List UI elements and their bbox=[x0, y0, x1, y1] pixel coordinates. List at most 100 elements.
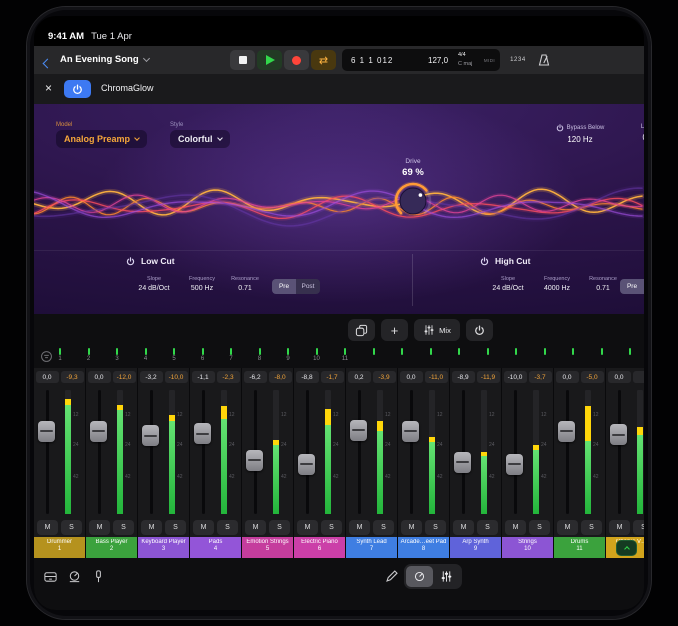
track-name-tab[interactable]: Arcade…eet Pad8 bbox=[398, 537, 449, 558]
fader-handle[interactable] bbox=[610, 424, 627, 445]
level-meter bbox=[65, 405, 71, 514]
scale-label: 42 bbox=[125, 474, 131, 480]
track-number: 6 bbox=[294, 546, 345, 553]
mute-button[interactable]: M bbox=[245, 520, 266, 535]
fader-track bbox=[98, 390, 101, 514]
fader-handle[interactable] bbox=[90, 421, 107, 442]
fader-handle[interactable] bbox=[246, 450, 263, 471]
count-in-button[interactable]: 1234 bbox=[506, 50, 530, 70]
scale-label: 24 bbox=[73, 442, 79, 448]
mute-button[interactable]: M bbox=[453, 520, 474, 535]
fader-handle[interactable] bbox=[506, 454, 523, 475]
solo-button[interactable]: S bbox=[425, 520, 446, 535]
bypass-below-control[interactable]: Bypass Below 120 Hz bbox=[542, 124, 618, 144]
low-cut-frequency[interactable]: Frequency 500 Hz bbox=[180, 276, 224, 292]
track-name: Arp Synth bbox=[450, 539, 501, 546]
low-cut-slope[interactable]: Slope 24 dB/Oct bbox=[130, 276, 178, 292]
low-cut-resonance[interactable]: Resonance 0.71 bbox=[226, 276, 264, 292]
cable-button[interactable] bbox=[88, 566, 108, 586]
fader-handle[interactable] bbox=[142, 425, 159, 446]
mute-button[interactable]: M bbox=[557, 520, 578, 535]
fader-handle[interactable] bbox=[38, 421, 55, 442]
expand-mixer-button[interactable] bbox=[616, 540, 637, 556]
ruler-tick: 8 bbox=[250, 348, 270, 362]
mute-button[interactable]: M bbox=[297, 520, 318, 535]
mute-button[interactable]: M bbox=[141, 520, 162, 535]
solo-button[interactable]: S bbox=[321, 520, 342, 535]
fader-value: 0,0 bbox=[400, 371, 423, 383]
track-name-tab[interactable]: Arp Synth9 bbox=[450, 537, 501, 558]
record-button[interactable] bbox=[284, 50, 309, 70]
fader-handle[interactable] bbox=[194, 423, 211, 444]
mute-button[interactable]: M bbox=[89, 520, 110, 535]
ruler-tick: 7 bbox=[221, 348, 241, 362]
style-control[interactable]: Style Colorful bbox=[170, 122, 230, 148]
model-control[interactable]: Model Analog Preamp bbox=[56, 122, 147, 148]
mute-button[interactable]: M bbox=[37, 520, 58, 535]
fader-handle[interactable] bbox=[298, 454, 315, 475]
mixer-view-button[interactable] bbox=[433, 566, 460, 587]
track-number: 4 bbox=[190, 546, 241, 553]
low-cut-header[interactable]: Low Cut bbox=[126, 256, 175, 266]
metronome-button[interactable] bbox=[534, 50, 554, 70]
solo-button[interactable]: S bbox=[61, 520, 82, 535]
mute-button[interactable]: M bbox=[349, 520, 370, 535]
solo-button[interactable]: S bbox=[373, 520, 394, 535]
back-button[interactable] bbox=[44, 54, 51, 72]
solo-button[interactable]: S bbox=[633, 520, 644, 535]
track-name-tab[interactable]: Pads4 bbox=[190, 537, 241, 558]
solo-button[interactable]: S bbox=[477, 520, 498, 535]
post-button[interactable]: Post bbox=[296, 279, 320, 294]
track-name-tab[interactable]: Emotion Strings5 bbox=[242, 537, 293, 558]
high-cut-header[interactable]: High Cut bbox=[480, 256, 530, 266]
fader-handle[interactable] bbox=[454, 452, 471, 473]
song-title-menu[interactable]: An Evening Song bbox=[60, 54, 149, 65]
copy-button[interactable] bbox=[348, 319, 375, 341]
mute-button[interactable]: M bbox=[505, 520, 526, 535]
high-cut-slope[interactable]: Slope 24 dB/Oct bbox=[484, 276, 532, 292]
track-name-tab[interactable]: Keyboard Player3 bbox=[138, 537, 189, 558]
mixer-power-button[interactable] bbox=[466, 319, 493, 341]
high-cut-frequency[interactable]: Frequency 4000 Hz bbox=[534, 276, 580, 292]
mute-button[interactable]: M bbox=[609, 520, 630, 535]
add-track-button[interactable]: + bbox=[381, 319, 408, 341]
solo-button[interactable]: S bbox=[165, 520, 186, 535]
controls-button[interactable] bbox=[64, 566, 84, 586]
track-name-tab[interactable]: Electric Piano6 bbox=[294, 537, 345, 558]
fader-track bbox=[410, 390, 413, 514]
solo-button[interactable]: S bbox=[113, 520, 134, 535]
track-name-tab[interactable]: Strings10 bbox=[502, 537, 553, 558]
fader-handle[interactable] bbox=[402, 421, 419, 442]
edit-button[interactable] bbox=[382, 566, 402, 586]
play-button[interactable] bbox=[257, 50, 282, 70]
power-icon bbox=[480, 257, 489, 266]
plugin-power-toggle[interactable] bbox=[64, 80, 91, 98]
mute-button[interactable]: M bbox=[401, 520, 422, 535]
track-name-tab[interactable]: Synth Lead7 bbox=[346, 537, 397, 558]
cycle-button[interactable]: ⇄ bbox=[311, 50, 336, 70]
solo-button[interactable]: S bbox=[529, 520, 550, 535]
pre-button[interactable]: Pre bbox=[620, 279, 644, 294]
lcd-key-signature: C maj bbox=[458, 61, 472, 67]
fader-handle[interactable] bbox=[558, 421, 575, 442]
fader-handle[interactable] bbox=[350, 420, 367, 441]
drive-knob[interactable] bbox=[392, 180, 434, 222]
track-name-tab[interactable]: Drummer1 bbox=[34, 537, 85, 558]
level-control[interactable]: Level 0.0 bbox=[626, 124, 644, 142]
track-name-tab[interactable]: Bass Player2 bbox=[86, 537, 137, 558]
record-icon bbox=[292, 56, 301, 65]
mute-button[interactable]: M bbox=[193, 520, 214, 535]
pre-button[interactable]: Pre bbox=[272, 279, 296, 294]
drive-knob-group[interactable]: Drive 69 % bbox=[371, 158, 455, 222]
track-name-tab[interactable]: Drums11 bbox=[554, 537, 605, 558]
close-plugin-button[interactable]: × bbox=[45, 81, 52, 95]
mix-button[interactable]: Mix bbox=[414, 319, 460, 341]
solo-button[interactable]: S bbox=[269, 520, 290, 535]
plugin-view-button[interactable] bbox=[406, 566, 433, 587]
stop-button[interactable] bbox=[230, 50, 255, 70]
solo-button[interactable]: S bbox=[217, 520, 238, 535]
high-cut-resonance[interactable]: Resonance 0.71 bbox=[584, 276, 622, 292]
browser-button[interactable] bbox=[40, 566, 60, 586]
lcd-display[interactable]: 6 1 1 012 127,0 4/4 C maj MIDI bbox=[342, 49, 500, 71]
solo-button[interactable]: S bbox=[581, 520, 602, 535]
